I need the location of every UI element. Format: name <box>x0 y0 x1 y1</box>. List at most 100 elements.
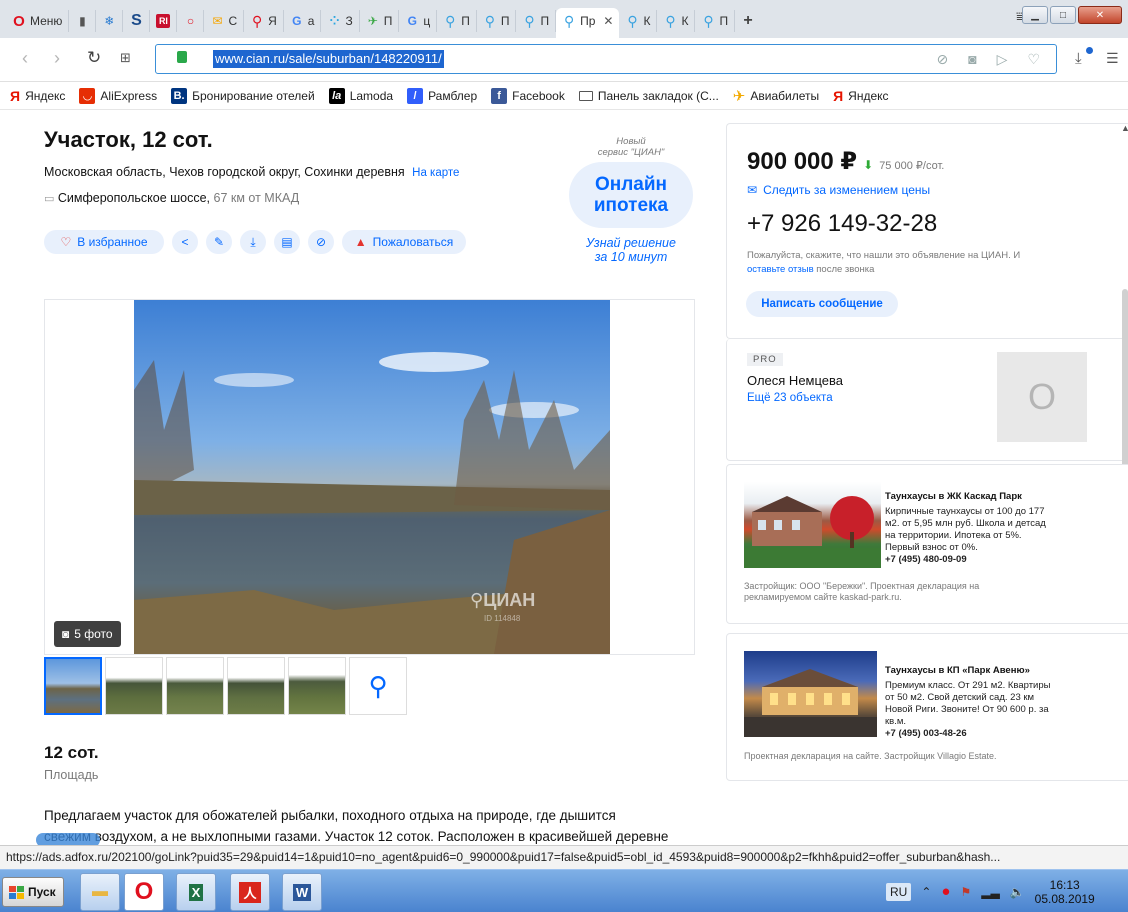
tab-pin-3[interactable]: ⚲ П <box>477 10 517 32</box>
bookmark-avia[interactable]: ✈ Авиабилеты <box>733 87 819 105</box>
main-photo[interactable]: ⚲ЦИАН ID 114848 <box>134 300 610 654</box>
acrobat-icon: 人 <box>239 881 261 903</box>
favorite-button[interactable]: ♡ В избранное <box>44 230 164 254</box>
edit-button[interactable]: ✎ <box>206 230 232 254</box>
ad-phone-2[interactable]: +7 (495) 003-48-26 <box>885 728 1100 740</box>
start-button[interactable]: Пуск <box>2 877 64 907</box>
tab-opera-menu[interactable]: O Меню <box>6 10 70 32</box>
tab-pin-2[interactable]: ⚲ П <box>437 10 477 32</box>
map-thumbnail[interactable]: ⚲ <box>349 657 407 715</box>
aliexpress-icon: ◡ <box>79 87 96 104</box>
print-button[interactable]: ▤ <box>274 230 300 254</box>
taskbar-acrobat[interactable]: 人 <box>230 873 270 911</box>
tab-pin[interactable]: ⚲ Я <box>244 10 284 32</box>
scroll-up-highlight[interactable] <box>36 833 100 845</box>
tab-mail[interactable]: ✉ С <box>204 10 245 32</box>
close-tab-icon[interactable]: ✕ <box>603 14 613 28</box>
yandex-icon: Я <box>833 87 844 104</box>
thumbnail-3[interactable] <box>166 657 224 715</box>
minimize-icon[interactable]: ▁ <box>1022 6 1048 24</box>
language-indicator[interactable]: RU <box>886 882 912 901</box>
tab-s[interactable]: S <box>123 10 151 32</box>
maximize-icon[interactable]: □ <box>1050 6 1076 24</box>
tab-dots[interactable]: ⁘ З <box>321 10 360 32</box>
volume-icon[interactable]: 🔈 <box>1010 885 1025 899</box>
bookmark-booking[interactable]: B. Бронирование отелей <box>171 87 315 104</box>
tab-active[interactable]: ⚲ Пр ✕ <box>556 8 620 38</box>
bookmark-lamoda[interactable]: la Lamoda <box>328 87 393 104</box>
tab-pin-5[interactable]: ⚲ К <box>619 10 658 32</box>
bookmark-yandex[interactable]: Я Яндекс <box>10 88 65 104</box>
download-icon[interactable]: ⤓ <box>1075 50 1082 67</box>
tab-pin-6[interactable]: ⚲ К <box>657 10 696 32</box>
new-tab-button[interactable]: + <box>735 10 761 32</box>
forward-icon[interactable]: › <box>54 48 60 69</box>
scrollbar-thumb[interactable] <box>1122 289 1128 469</box>
ad-image-1[interactable] <box>744 482 881 568</box>
taskbar-opera[interactable]: O <box>124 873 164 911</box>
bookmark-yandex-2[interactable]: Я Яндекс <box>833 88 888 104</box>
thumbnail-4[interactable] <box>227 657 285 715</box>
agent-avatar[interactable]: О <box>997 352 1087 442</box>
system-tray: RU ⌃ ● ⚑ ▂▃ 🔈 16:13 05.08.2019 <box>878 870 1128 912</box>
write-message-button[interactable]: Написать сообщение <box>746 291 898 317</box>
tab-bird[interactable]: ✈ П <box>360 10 400 32</box>
price: 900 000 ₽ ⬇ 75 000 ₽/сот. <box>747 147 944 176</box>
scroll-up-arrow[interactable]: ▲ <box>1121 123 1128 133</box>
bookmark-folder[interactable]: Панель закладок (С... <box>578 89 719 103</box>
flag-icon[interactable]: ⚑ <box>960 885 971 899</box>
agent-more-link[interactable]: Ещё 23 объекта <box>747 392 833 404</box>
follow-price-link[interactable]: ✉ Следить за изменением цены <box>747 183 930 197</box>
search-icon[interactable]: ⊘ <box>936 51 948 68</box>
tray-expand-icon[interactable]: ⌃ <box>921 885 931 899</box>
close-window-icon[interactable]: ✕ <box>1078 6 1122 24</box>
download-button[interactable]: ⤓ <box>240 230 266 254</box>
tab-opera[interactable]: ○ <box>177 10 205 32</box>
yandex-icon: Я <box>10 87 21 104</box>
heart-icon[interactable]: ♡ <box>1027 51 1040 68</box>
speed-dial-icon[interactable]: ⊞ <box>120 50 131 66</box>
mortgage-promo[interactable]: Новый сервис "ЦИАН" Онлайн ипотека Узнай… <box>566 136 696 264</box>
opera-icon: ○ <box>186 14 195 28</box>
clock[interactable]: 16:13 05.08.2019 <box>1035 878 1095 906</box>
tab-google[interactable]: Ga <box>284 10 322 32</box>
easy-setup-icon[interactable]: ☰ <box>1106 50 1119 67</box>
photo-count-badge[interactable]: ◙ 5 фото <box>54 621 121 647</box>
tab-file[interactable]: ▮ <box>69 10 97 32</box>
tab-label: П <box>719 14 729 28</box>
ad-image-2[interactable] <box>744 651 877 737</box>
complain-button[interactable]: ▲ Пожаловаться <box>342 230 466 254</box>
review-link[interactable]: оставьте отзыв <box>747 264 814 275</box>
camera-icon[interactable]: ◙ <box>968 51 976 68</box>
thumbnail-5[interactable] <box>288 657 346 715</box>
url-text[interactable]: www.cian.ru/sale/suburban/148220911/ <box>213 50 444 68</box>
tab-google-2[interactable]: Gц <box>399 10 438 32</box>
thumbnail-2[interactable] <box>105 657 163 715</box>
tab-pin-7[interactable]: ⚲ П <box>695 10 736 32</box>
thumbnail-1[interactable] <box>44 657 102 715</box>
tab-ria[interactable]: RI <box>150 10 178 32</box>
share-button[interactable]: < <box>172 230 198 254</box>
tab-pin-4[interactable]: ⚲ П <box>516 10 557 32</box>
reload-icon[interactable]: ↻ <box>87 48 101 68</box>
bookmark-facebook[interactable]: f Facebook <box>491 87 565 104</box>
tab-snowflake[interactable]: ❄ <box>96 10 124 32</box>
photo-count: 5 фото <box>74 627 113 641</box>
taskbar-explorer[interactable]: ▬ <box>80 873 120 911</box>
phone-number[interactable]: +7 926 149-32-28 <box>747 210 937 238</box>
taskbar-excel[interactable]: X <box>176 873 216 911</box>
opera-tray-icon[interactable]: ● <box>941 883 950 900</box>
promo-title-1: Онлайн <box>594 174 668 195</box>
bookmark-rambler[interactable]: / Рамблер <box>407 87 477 104</box>
ad-phone-1[interactable]: +7 (495) 480-09-09 <box>885 554 1100 566</box>
cian-pin-icon: ⚲ <box>470 590 484 610</box>
send-icon[interactable]: ▷ <box>997 51 1008 68</box>
promo-cta-2: за 10 минут <box>594 250 668 264</box>
network-icon[interactable]: ▂▃ <box>981 885 999 899</box>
map-link[interactable]: На карте <box>412 167 459 179</box>
agent-name[interactable]: Олеся Немцева <box>747 373 843 388</box>
hide-button[interactable]: ⊘ <box>308 230 334 254</box>
taskbar-word[interactable]: W <box>282 873 322 911</box>
bookmark-aliexpress[interactable]: ◡ AliExpress <box>79 87 157 104</box>
back-icon[interactable]: ‹ <box>22 48 28 69</box>
